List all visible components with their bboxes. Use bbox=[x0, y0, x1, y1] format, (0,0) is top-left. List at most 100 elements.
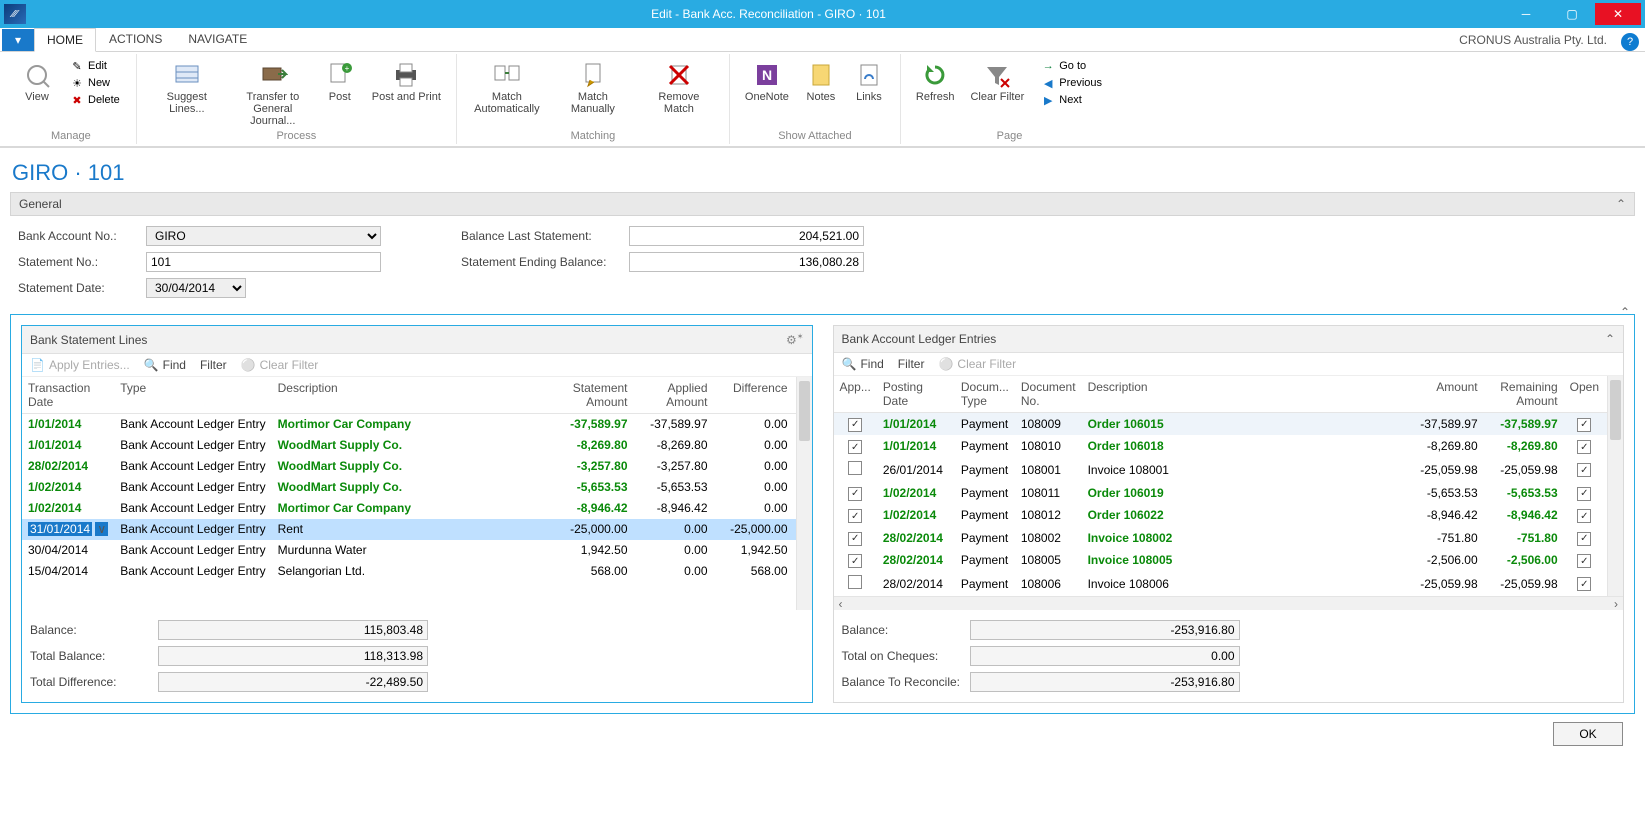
checkbox[interactable]: ✓ bbox=[1577, 509, 1591, 523]
onenote-icon: N bbox=[751, 59, 783, 91]
table-row[interactable]: ✓1/01/2014Payment108009Order 106015-37,5… bbox=[834, 413, 1624, 436]
window-title: Edit - Bank Acc. Reconciliation - GIRO ·… bbox=[34, 7, 1503, 21]
new-icon: ☀ bbox=[70, 76, 84, 90]
refresh-button[interactable]: Refresh bbox=[909, 56, 962, 110]
checkbox[interactable]: ✓ bbox=[848, 440, 862, 454]
view-button[interactable]: View bbox=[14, 56, 60, 110]
checkbox[interactable]: ✓ bbox=[1577, 418, 1591, 432]
table-row[interactable]: 31/01/2014 ∨Bank Account Ledger EntryRen… bbox=[22, 519, 812, 540]
checkbox[interactable]: ✓ bbox=[848, 532, 862, 546]
match-auto-button[interactable]: Match Automatically bbox=[465, 56, 549, 118]
table-row[interactable]: ✓1/02/2014Payment108012Order 106022-8,94… bbox=[834, 504, 1624, 527]
bank-account-no-field[interactable]: GIRO bbox=[146, 226, 381, 246]
suggest-lines-button[interactable]: Suggest Lines... bbox=[145, 56, 229, 130]
table-row[interactable]: ✓1/01/2014Payment108010Order 106018-8,26… bbox=[834, 435, 1624, 458]
checkbox[interactable]: ✓ bbox=[1577, 554, 1591, 568]
onenote-button[interactable]: NOneNote bbox=[738, 56, 796, 106]
ledger-entries-header: Bank Account Ledger Entries ⌃ bbox=[834, 326, 1624, 353]
find-button-left[interactable]: 🔍Find bbox=[144, 358, 186, 372]
goto-button[interactable]: →Go to bbox=[1037, 58, 1106, 74]
ending-balance-label: Statement Ending Balance: bbox=[461, 255, 621, 269]
chevron-up-icon[interactable]: ⌃ bbox=[1605, 332, 1615, 346]
general-fasttab-body: Bank Account No.:GIRO Statement No.: Sta… bbox=[10, 216, 1635, 306]
match-manual-button[interactable]: Match Manually bbox=[551, 56, 635, 118]
general-fasttab-header[interactable]: General ⌃ bbox=[10, 192, 1635, 216]
table-row[interactable]: 28/02/2014Payment108006Invoice 108006-25… bbox=[834, 572, 1624, 596]
table-row[interactable]: 26/01/2014Payment108001Invoice 108001-25… bbox=[834, 458, 1624, 482]
filter-button-right[interactable]: Filter bbox=[898, 357, 925, 371]
filter-button-left[interactable]: Filter bbox=[200, 358, 227, 372]
bank-statement-lines-pane: Bank Statement Lines ⚙✶ 📄Apply Entries..… bbox=[21, 325, 813, 703]
post-button[interactable]: +Post bbox=[317, 56, 363, 130]
table-row[interactable]: 1/02/2014Bank Account Ledger EntryWoodMa… bbox=[22, 477, 812, 498]
hscrollbar-right[interactable]: ‹› bbox=[834, 596, 1624, 610]
checkbox[interactable]: ✓ bbox=[848, 418, 862, 432]
table-row[interactable]: 1/02/2014Bank Account Ledger EntryMortim… bbox=[22, 498, 812, 519]
table-row[interactable]: 15/04/2014Bank Account Ledger EntrySelan… bbox=[22, 561, 812, 582]
post-print-button[interactable]: Post and Print bbox=[365, 56, 448, 130]
clear-filter-button-left[interactable]: ⚪Clear Filter bbox=[241, 358, 319, 372]
gear-icon[interactable]: ⚙✶ bbox=[786, 332, 803, 347]
group-page-label: Page bbox=[997, 130, 1023, 144]
remove-match-button[interactable]: Remove Match bbox=[637, 56, 721, 118]
maximize-button[interactable]: ▢ bbox=[1549, 3, 1595, 25]
table-row[interactable]: ✓1/02/2014Payment108011Order 106019-5,65… bbox=[834, 482, 1624, 505]
find-button-right[interactable]: 🔍Find bbox=[842, 357, 884, 371]
table-row[interactable]: 28/02/2014Bank Account Ledger EntryWoodM… bbox=[22, 456, 812, 477]
checkbox[interactable]: ✓ bbox=[1577, 577, 1591, 591]
table-row[interactable]: ✓28/02/2014Payment108002Invoice 108002-7… bbox=[834, 527, 1624, 550]
page-title: GIRO · 101 bbox=[10, 152, 1635, 192]
next-button[interactable]: ▶Next bbox=[1037, 92, 1106, 108]
links-button[interactable]: Links bbox=[846, 56, 892, 106]
checkbox[interactable]: ✓ bbox=[848, 554, 862, 568]
group-showattached-label: Show Attached bbox=[778, 130, 851, 144]
checkbox[interactable]: ✓ bbox=[1577, 440, 1591, 454]
ok-button[interactable]: OK bbox=[1553, 722, 1623, 746]
help-icon[interactable]: ? bbox=[1621, 33, 1639, 51]
checkbox[interactable]: ✓ bbox=[1577, 532, 1591, 546]
scrollbar-right[interactable] bbox=[1607, 376, 1623, 596]
ledger-entries-grid[interactable]: App... Posting Date Docum... Type Docume… bbox=[834, 376, 1624, 596]
new-button[interactable]: ☀New bbox=[66, 75, 124, 91]
statement-no-field[interactable] bbox=[146, 252, 381, 272]
table-row[interactable]: 1/01/2014Bank Account Ledger EntryMortim… bbox=[22, 414, 812, 435]
next-icon: ▶ bbox=[1041, 93, 1055, 107]
group-manage-label: Manage bbox=[51, 130, 91, 144]
file-menu-button[interactable]: ▾ bbox=[2, 29, 34, 51]
tab-actions[interactable]: ACTIONS bbox=[96, 27, 175, 51]
group-matching-label: Matching bbox=[571, 130, 616, 144]
edit-button[interactable]: ✎Edit bbox=[66, 58, 124, 74]
right-balance-label: Balance: bbox=[842, 623, 962, 637]
checkbox[interactable] bbox=[848, 575, 862, 589]
tab-navigate[interactable]: NAVIGATE bbox=[175, 27, 260, 51]
checkbox[interactable]: ✓ bbox=[848, 487, 862, 501]
transfer-journal-button[interactable]: Transfer to General Journal... bbox=[231, 56, 315, 130]
previous-button[interactable]: ◀Previous bbox=[1037, 75, 1106, 91]
balance-last-field[interactable] bbox=[629, 226, 864, 246]
table-row[interactable]: 1/01/2014Bank Account Ledger EntryWoodMa… bbox=[22, 435, 812, 456]
chevron-up-icon[interactable]: ⌃ bbox=[1616, 197, 1626, 211]
panes-collapse-icon[interactable]: ⌃ bbox=[1620, 305, 1630, 319]
checkbox[interactable]: ✓ bbox=[1577, 463, 1591, 477]
statement-date-field[interactable]: 30/04/2014 bbox=[146, 278, 246, 298]
right-cheques-field bbox=[970, 646, 1240, 666]
clear-filter-button-right[interactable]: ⚪Clear Filter bbox=[938, 357, 1016, 371]
table-row[interactable]: ✓28/02/2014Payment108005Invoice 108005-2… bbox=[834, 549, 1624, 572]
checkbox[interactable]: ✓ bbox=[1577, 487, 1591, 501]
checkbox[interactable] bbox=[848, 461, 862, 475]
close-button[interactable]: ✕ bbox=[1595, 3, 1641, 25]
ledger-entries-pane: Bank Account Ledger Entries ⌃ 🔍Find Filt… bbox=[833, 325, 1625, 703]
statement-date-label: Statement Date: bbox=[18, 281, 138, 295]
ending-balance-field[interactable] bbox=[629, 252, 864, 272]
statement-lines-grid[interactable]: Transaction Date Type Description Statem… bbox=[22, 377, 812, 582]
tab-home[interactable]: HOME bbox=[34, 28, 96, 52]
checkbox[interactable]: ✓ bbox=[848, 509, 862, 523]
post-icon: + bbox=[324, 59, 356, 91]
minimize-button[interactable]: ─ bbox=[1503, 3, 1549, 25]
clear-filter-button[interactable]: Clear Filter bbox=[963, 56, 1031, 110]
table-row[interactable]: 30/04/2014Bank Account Ledger EntryMurdu… bbox=[22, 540, 812, 561]
apply-entries-button[interactable]: 📄Apply Entries... bbox=[30, 358, 130, 372]
scrollbar-left[interactable] bbox=[796, 377, 812, 610]
notes-button[interactable]: Notes bbox=[798, 56, 844, 106]
delete-button[interactable]: ✖Delete bbox=[66, 92, 124, 108]
